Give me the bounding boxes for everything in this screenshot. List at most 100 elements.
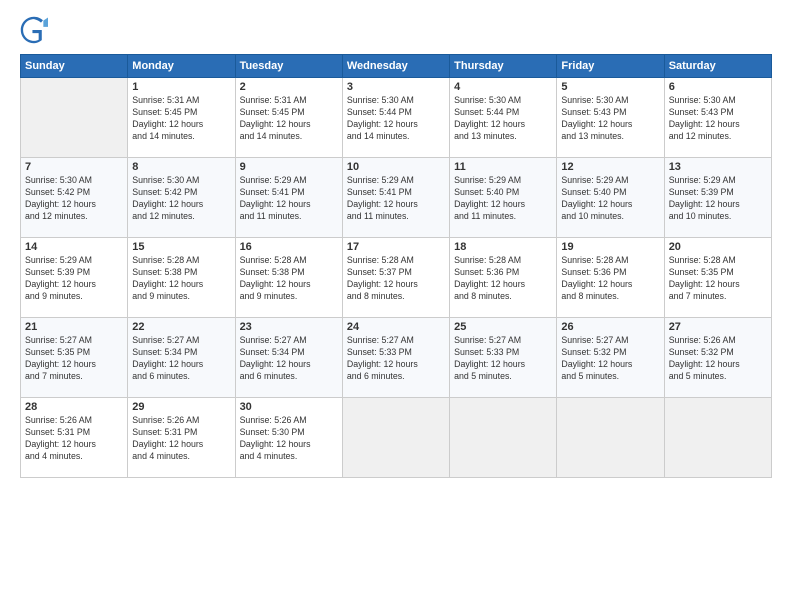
logo-icon: [20, 16, 48, 44]
calendar-cell: 11Sunrise: 5:29 AM Sunset: 5:40 PM Dayli…: [450, 158, 557, 238]
calendar-cell: 13 Sunrise: 5:29 AM Sunset: 5:39 PM Dayli…: [664, 158, 771, 238]
day-info: Sunrise: 5:27 AM Sunset: 5:33 PM Dayligh…: [454, 335, 552, 383]
day-number: 7: [25, 161, 123, 173]
calendar-week-3: 14Sunrise: 5:29 AM Sunset: 5:39 PM Dayli…: [21, 238, 772, 318]
calendar-cell: 24 Sunrise: 5:27 AM Sunset: 5:33 PM Dayli…: [342, 318, 449, 398]
day-info: Sunrise: 5:27 AM Sunset: 5:34 PM Dayligh…: [240, 335, 338, 383]
calendar-cell: 9 Sunrise: 5:29 AM Sunset: 5:41 PM Daylig…: [235, 158, 342, 238]
days-of-week-row: SundayMondayTuesdayWednesdayThursdayFrid…: [21, 55, 772, 78]
calendar-cell: 20 Sunrise: 5:28 AM Sunset: 5:35 PM Dayli…: [664, 238, 771, 318]
calendar-cell: 25 Sunrise: 5:27 AM Sunset: 5:33 PM Dayli…: [450, 318, 557, 398]
dow-header-saturday: Saturday: [664, 55, 771, 78]
dow-header-friday: Friday: [557, 55, 664, 78]
calendar-cell: 10 Sunrise: 5:29 AM Sunset: 5:41 PM Dayli…: [342, 158, 449, 238]
day-info: Sunrise: 5:28 AM Sunset: 5:36 PM Dayligh…: [454, 255, 552, 303]
calendar-cell: 6 Sunrise: 5:30 AM Sunset: 5:43 PM Daylig…: [664, 78, 771, 158]
day-info: Sunrise: 5:27 AM Sunset: 5:33 PM Dayligh…: [347, 335, 445, 383]
day-number: 29: [132, 401, 230, 413]
calendar-cell: [450, 398, 557, 478]
day-number: 16: [240, 241, 338, 253]
day-info: Sunrise: 5:28 AM Sunset: 5:38 PM Dayligh…: [240, 255, 338, 303]
day-number: 15: [132, 241, 230, 253]
day-number: 24: [347, 321, 445, 333]
day-info: Sunrise: 5:30 AM Sunset: 5:43 PM Dayligh…: [561, 95, 659, 143]
calendar-cell: 29Sunrise: 5:26 AM Sunset: 5:31 PM Dayli…: [128, 398, 235, 478]
day-info: Sunrise: 5:31 AM Sunset: 5:45 PM Dayligh…: [132, 95, 230, 143]
day-info: Sunrise: 5:30 AM Sunset: 5:44 PM Dayligh…: [347, 95, 445, 143]
day-number: 8: [132, 161, 230, 173]
calendar-table: SundayMondayTuesdayWednesdayThursdayFrid…: [20, 54, 772, 478]
calendar-cell: 23Sunrise: 5:27 AM Sunset: 5:34 PM Dayli…: [235, 318, 342, 398]
calendar-week-2: 7 Sunrise: 5:30 AM Sunset: 5:42 PM Daylig…: [21, 158, 772, 238]
day-info: Sunrise: 5:28 AM Sunset: 5:36 PM Dayligh…: [561, 255, 659, 303]
day-number: 1: [132, 81, 230, 93]
day-number: 19: [561, 241, 659, 253]
calendar-cell: 14Sunrise: 5:29 AM Sunset: 5:39 PM Dayli…: [21, 238, 128, 318]
day-number: 26: [561, 321, 659, 333]
day-number: 17: [347, 241, 445, 253]
day-number: 4: [454, 81, 552, 93]
day-number: 3: [347, 81, 445, 93]
day-number: 12: [561, 161, 659, 173]
day-number: 9: [240, 161, 338, 173]
dow-header-monday: Monday: [128, 55, 235, 78]
calendar-week-1: 1 Sunrise: 5:31 AM Sunset: 5:45 PM Daylig…: [21, 78, 772, 158]
calendar-cell: 22Sunrise: 5:27 AM Sunset: 5:34 PM Dayli…: [128, 318, 235, 398]
day-number: 14: [25, 241, 123, 253]
day-info: Sunrise: 5:26 AM Sunset: 5:31 PM Dayligh…: [25, 415, 123, 463]
calendar-cell: 5 Sunrise: 5:30 AM Sunset: 5:43 PM Daylig…: [557, 78, 664, 158]
day-number: 27: [669, 321, 767, 333]
calendar-cell: [664, 398, 771, 478]
day-number: 2: [240, 81, 338, 93]
day-info: Sunrise: 5:27 AM Sunset: 5:34 PM Dayligh…: [132, 335, 230, 383]
calendar-cell: 3 Sunrise: 5:30 AM Sunset: 5:44 PM Daylig…: [342, 78, 449, 158]
calendar-cell: [557, 398, 664, 478]
calendar-cell: 1 Sunrise: 5:31 AM Sunset: 5:45 PM Daylig…: [128, 78, 235, 158]
calendar-cell: 18 Sunrise: 5:28 AM Sunset: 5:36 PM Dayli…: [450, 238, 557, 318]
day-info: Sunrise: 5:29 AM Sunset: 5:40 PM Dayligh…: [561, 175, 659, 223]
day-number: 30: [240, 401, 338, 413]
calendar-cell: 2 Sunrise: 5:31 AM Sunset: 5:45 PM Daylig…: [235, 78, 342, 158]
dow-header-tuesday: Tuesday: [235, 55, 342, 78]
day-number: 6: [669, 81, 767, 93]
calendar-cell: 15 Sunrise: 5:28 AM Sunset: 5:38 PM Dayli…: [128, 238, 235, 318]
day-number: 21: [25, 321, 123, 333]
calendar-body: 1 Sunrise: 5:31 AM Sunset: 5:45 PM Daylig…: [21, 78, 772, 478]
calendar-cell: [342, 398, 449, 478]
calendar-cell: 12 Sunrise: 5:29 AM Sunset: 5:40 PM Dayli…: [557, 158, 664, 238]
calendar-cell: 30Sunrise: 5:26 AM Sunset: 5:30 PM Dayli…: [235, 398, 342, 478]
day-number: 5: [561, 81, 659, 93]
day-info: Sunrise: 5:29 AM Sunset: 5:41 PM Dayligh…: [240, 175, 338, 223]
day-number: 20: [669, 241, 767, 253]
calendar-cell: [21, 78, 128, 158]
day-number: 10: [347, 161, 445, 173]
calendar-cell: 17 Sunrise: 5:28 AM Sunset: 5:37 PM Dayli…: [342, 238, 449, 318]
logo: [20, 16, 52, 44]
calendar-week-4: 21 Sunrise: 5:27 AM Sunset: 5:35 PM Dayli…: [21, 318, 772, 398]
day-number: 25: [454, 321, 552, 333]
day-info: Sunrise: 5:30 AM Sunset: 5:42 PM Dayligh…: [25, 175, 123, 223]
day-number: 11: [454, 161, 552, 173]
dow-header-sunday: Sunday: [21, 55, 128, 78]
day-number: 13: [669, 161, 767, 173]
day-info: Sunrise: 5:27 AM Sunset: 5:35 PM Dayligh…: [25, 335, 123, 383]
day-info: Sunrise: 5:28 AM Sunset: 5:38 PM Dayligh…: [132, 255, 230, 303]
day-number: 18: [454, 241, 552, 253]
calendar-cell: 7 Sunrise: 5:30 AM Sunset: 5:42 PM Daylig…: [21, 158, 128, 238]
calendar-cell: 4 Sunrise: 5:30 AM Sunset: 5:44 PM Daylig…: [450, 78, 557, 158]
day-info: Sunrise: 5:28 AM Sunset: 5:35 PM Dayligh…: [669, 255, 767, 303]
calendar-cell: 19 Sunrise: 5:28 AM Sunset: 5:36 PM Dayli…: [557, 238, 664, 318]
day-info: Sunrise: 5:29 AM Sunset: 5:39 PM Dayligh…: [669, 175, 767, 223]
day-info: Sunrise: 5:30 AM Sunset: 5:44 PM Dayligh…: [454, 95, 552, 143]
day-info: Sunrise: 5:29 AM Sunset: 5:41 PM Dayligh…: [347, 175, 445, 223]
dow-header-thursday: Thursday: [450, 55, 557, 78]
page-header: [20, 16, 772, 44]
calendar-week-5: 28Sunrise: 5:26 AM Sunset: 5:31 PM Dayli…: [21, 398, 772, 478]
calendar-cell: 27 Sunrise: 5:26 AM Sunset: 5:32 PM Dayli…: [664, 318, 771, 398]
calendar-cell: 16 Sunrise: 5:28 AM Sunset: 5:38 PM Dayli…: [235, 238, 342, 318]
day-info: Sunrise: 5:26 AM Sunset: 5:32 PM Dayligh…: [669, 335, 767, 383]
calendar-cell: 26Sunrise: 5:27 AM Sunset: 5:32 PM Dayli…: [557, 318, 664, 398]
day-info: Sunrise: 5:30 AM Sunset: 5:43 PM Dayligh…: [669, 95, 767, 143]
day-info: Sunrise: 5:31 AM Sunset: 5:45 PM Dayligh…: [240, 95, 338, 143]
day-info: Sunrise: 5:28 AM Sunset: 5:37 PM Dayligh…: [347, 255, 445, 303]
